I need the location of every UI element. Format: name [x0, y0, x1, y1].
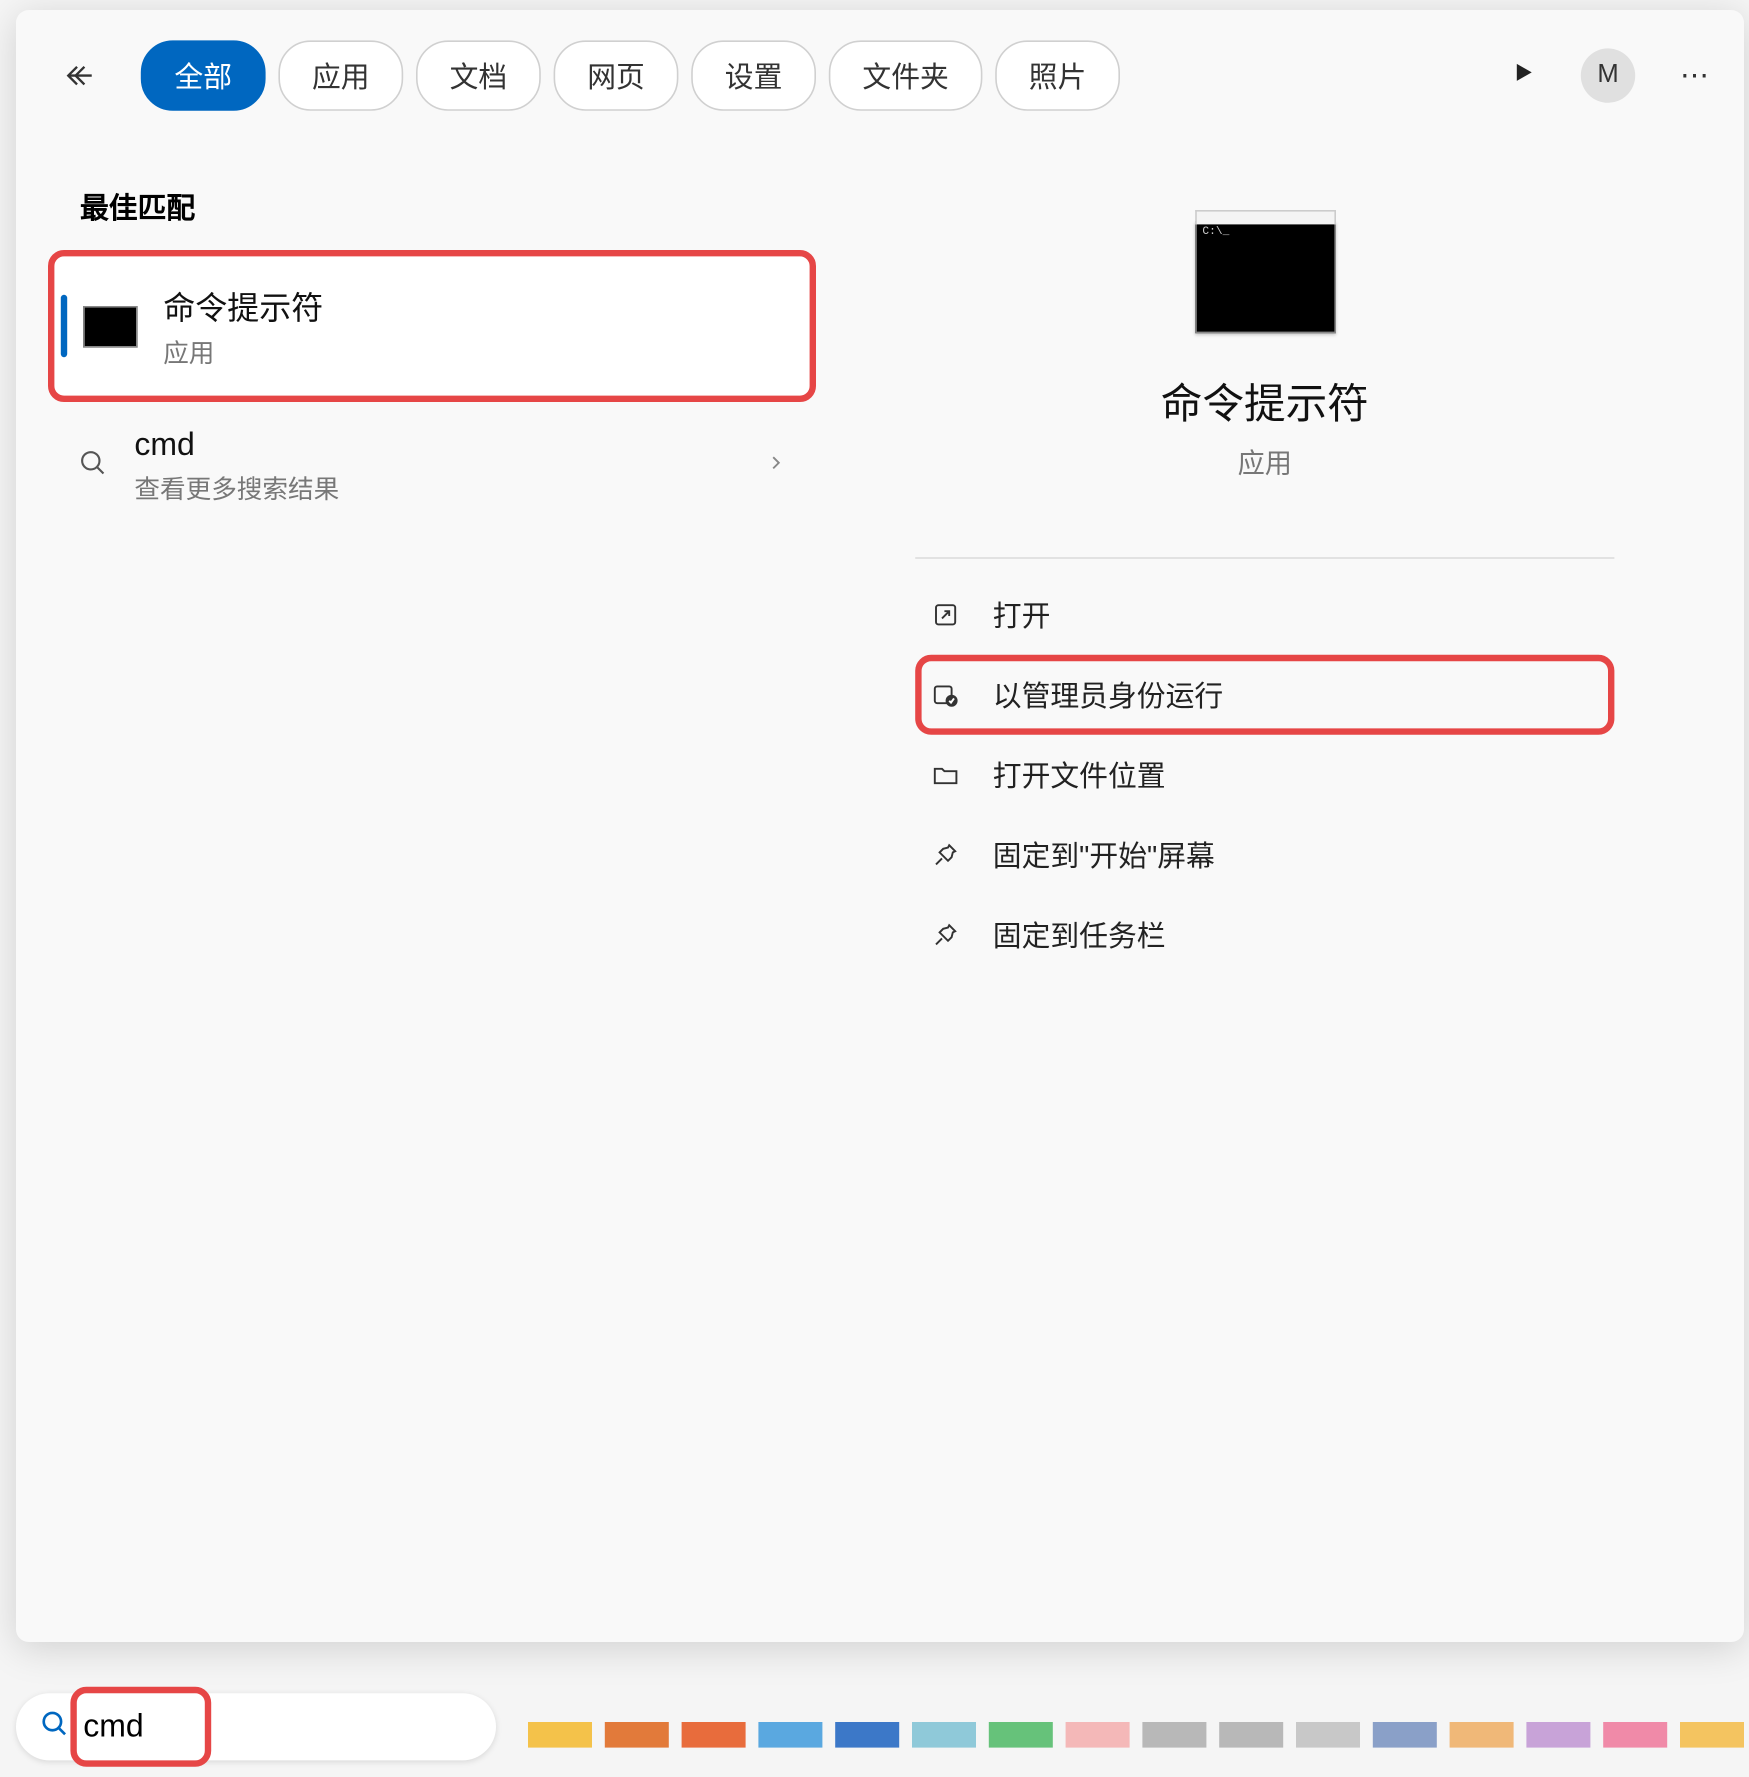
color-swatch [682, 1722, 746, 1748]
search-box[interactable] [16, 1693, 496, 1760]
pin-icon [929, 917, 964, 952]
filter-tab-0[interactable]: 全部 [141, 40, 266, 110]
search-window: 全部应用文档网页设置文件夹照片 M ⋯ 最佳匹配 命令提示符应用cmd查看更多搜… [16, 10, 1744, 1642]
user-avatar[interactable]: M [1581, 48, 1635, 102]
cmd-icon [83, 305, 137, 347]
search-icon [38, 1707, 70, 1747]
color-swatch [1142, 1722, 1206, 1748]
color-swatch [528, 1722, 592, 1748]
chevron-right-icon [765, 452, 787, 482]
action-open-0[interactable]: 打开 [916, 575, 1614, 655]
color-swatch [1296, 1722, 1360, 1748]
filter-tab-4[interactable]: 设置 [691, 40, 816, 110]
filter-tab-6[interactable]: 照片 [995, 40, 1120, 110]
color-swatch [1526, 1722, 1590, 1748]
action-label: 固定到"开始"屏幕 [993, 834, 1215, 876]
action-label: 打开 [993, 594, 1051, 636]
action-folder-2[interactable]: 打开文件位置 [916, 735, 1614, 815]
result-subtitle: 查看更多搜索结果 [134, 468, 339, 506]
color-swatch [1680, 1722, 1744, 1748]
action-label: 以管理员身份运行 [993, 674, 1223, 716]
color-swatch [912, 1722, 976, 1748]
more-button[interactable]: ⋯ [1680, 59, 1712, 93]
search-input[interactable] [83, 1708, 507, 1745]
preview-pane: C:\_ 命令提示符 应用 打开以管理员身份运行打开文件位置固定到"开始"屏幕固… [816, 157, 1712, 1610]
color-swatch [1373, 1722, 1437, 1748]
color-swatch [605, 1722, 669, 1748]
search-result-0[interactable]: 命令提示符应用 [48, 250, 816, 402]
best-match-heading: 最佳匹配 [48, 157, 816, 250]
action-pin-3[interactable]: 固定到"开始"屏幕 [916, 815, 1614, 895]
result-subtitle: 应用 [163, 332, 323, 370]
header: 全部应用文档网页设置文件夹照片 M ⋯ [16, 10, 1744, 141]
preview-title: 命令提示符 [1161, 372, 1369, 431]
search-result-1[interactable]: cmd查看更多搜索结果 [48, 402, 816, 532]
color-swatch [758, 1722, 822, 1748]
cmd-icon: C:\_ [1194, 221, 1335, 333]
action-pin-4[interactable]: 固定到任务栏 [916, 895, 1614, 975]
color-swatch [835, 1722, 899, 1748]
taskbar-search [16, 1684, 496, 1770]
divider [916, 557, 1614, 559]
pin-icon [929, 837, 964, 872]
color-swatch [1066, 1722, 1130, 1748]
action-label: 固定到任务栏 [993, 914, 1166, 956]
admin-icon [929, 677, 964, 712]
results-pane: 最佳匹配 命令提示符应用cmd查看更多搜索结果 [48, 157, 816, 1610]
taskbar-color-swatches [528, 1722, 1749, 1748]
play-button[interactable] [1510, 59, 1536, 93]
action-label: 打开文件位置 [993, 754, 1166, 796]
open-icon [929, 597, 964, 632]
search-icon [77, 447, 109, 487]
color-swatch [989, 1722, 1053, 1748]
filter-tabs: 全部应用文档网页设置文件夹照片 [141, 40, 1120, 110]
result-title: cmd [134, 428, 339, 465]
filter-tab-5[interactable]: 文件夹 [829, 40, 983, 110]
action-admin-1[interactable]: 以管理员身份运行 [916, 655, 1614, 735]
folder-icon [929, 757, 964, 792]
color-swatch [1603, 1722, 1667, 1748]
filter-tab-1[interactable]: 应用 [278, 40, 403, 110]
color-swatch [1450, 1722, 1514, 1748]
filter-tab-2[interactable]: 文档 [416, 40, 541, 110]
preview-subtitle: 应用 [1238, 440, 1292, 480]
result-title: 命令提示符 [163, 282, 323, 328]
color-swatch [1219, 1722, 1283, 1748]
filter-tab-3[interactable]: 网页 [554, 40, 679, 110]
back-button[interactable] [48, 44, 112, 108]
